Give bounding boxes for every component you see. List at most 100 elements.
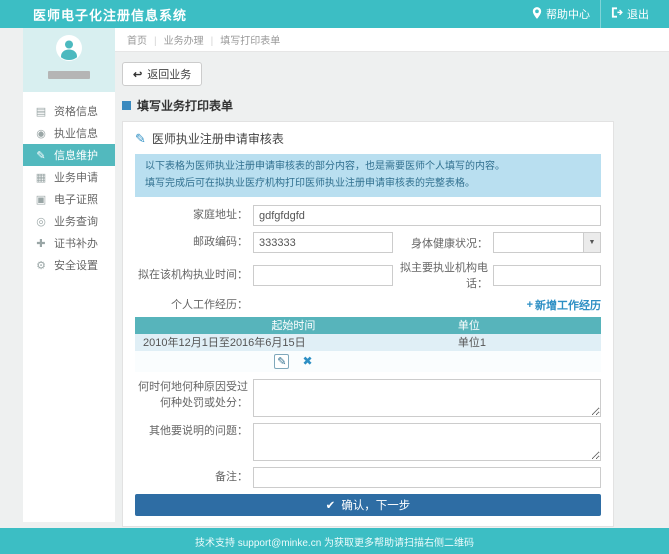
practice-time-label: 拟在该机构执业时间：	[135, 267, 253, 284]
home-address-label: 家庭地址：	[135, 207, 253, 224]
page-body: ▤ 资格信息 ◉ 执业信息 ✎ 信息维护 ▦ 业务申请 ▣ 电子证照 ◎ 业务查…	[0, 28, 669, 528]
experience-actions-spacer	[452, 351, 601, 372]
other-issues-label: 其他要说明的问题：	[135, 423, 253, 440]
add-experience-link[interactable]: + 新增工作经历	[527, 297, 601, 313]
query-icon: ◎	[35, 215, 47, 228]
add-experience-label: 新增工作经历	[535, 297, 601, 313]
sidebar-item-query[interactable]: ◎ 业务查询	[23, 210, 115, 232]
remark-input[interactable]	[253, 467, 601, 488]
punishment-textarea[interactable]	[253, 379, 601, 417]
sidebar-item-label: 信息维护	[54, 147, 98, 163]
check-icon: ✔	[326, 498, 336, 512]
punishment-row: 何时何地何种原因受过何种处罚或处分：	[135, 379, 601, 417]
sidebar-item-label: 电子证照	[54, 191, 98, 207]
experience-actions-row: ✎ ✖	[135, 351, 601, 372]
sidebar-item-security[interactable]: ⚙ 安全设置	[23, 254, 115, 276]
experience-unit-cell: 单位1	[452, 334, 601, 351]
other-issues-row: 其他要说明的问题：	[135, 423, 601, 461]
reissue-icon: ✚	[35, 237, 47, 250]
qualification-icon: ▤	[35, 105, 47, 118]
help-center-label: 帮助中心	[546, 6, 590, 22]
plus-icon: +	[527, 299, 533, 311]
form-pencil-icon: ✎	[135, 131, 146, 147]
sidebar: ▤ 资格信息 ◉ 执业信息 ✎ 信息维护 ▦ 业务申请 ▣ 电子证照 ◎ 业务查…	[23, 28, 115, 522]
column-header-unit: 单位	[452, 317, 601, 334]
postal-health-row: 邮政编码： 身体健康状况： ▼	[135, 232, 601, 253]
delete-experience-button[interactable]: ✖	[303, 354, 313, 368]
back-to-business-button[interactable]: ↩ 返回业务	[122, 62, 202, 86]
sidebar-item-label: 资格信息	[54, 103, 98, 119]
sidebar-item-elicense[interactable]: ▣ 电子证照	[23, 188, 115, 210]
sidebar-item-label: 业务查询	[54, 213, 98, 229]
sidebar-item-reissue[interactable]: ✚ 证书补办	[23, 232, 115, 254]
app-title: 医师电子化注册信息系统	[33, 5, 187, 24]
main-inner: ↩ 返回业务 填写业务打印表单 ✎ 医师执业注册申请审核表 以下表格为医师执业注…	[115, 52, 669, 527]
breadcrumb: 首页 业务办理 填写打印表单	[127, 32, 280, 47]
exit-icon	[611, 7, 623, 21]
work-experience-label: 个人工作经历：	[135, 297, 253, 314]
footer-text: 技术支持 support@minke.cn 为获取更多帮助请扫描右侧二维码	[195, 534, 474, 549]
sidebar-item-label: 证书补办	[54, 235, 98, 251]
table-row: 2010年12月1日至2016年6月15日 单位1	[135, 334, 601, 351]
return-icon: ↩	[133, 68, 142, 81]
breadcrumb-current: 填写打印表单	[204, 32, 281, 47]
punishment-label: 何时何地何种原因受过何种处罚或处分：	[135, 379, 253, 412]
main-content: 首页 业务办理 填写打印表单 ↩ 返回业务 填写业务打印表单 ✎ 医师执业注册申…	[115, 28, 669, 528]
sidebar-item-application[interactable]: ▦ 业务申请	[23, 166, 115, 188]
logout-link[interactable]: 退出	[600, 0, 659, 28]
column-header-period: 起始时间	[135, 317, 452, 334]
page-title: 填写业务打印表单	[122, 97, 669, 114]
header-actions: 帮助中心 退出	[522, 0, 659, 28]
back-button-label: 返回业务	[147, 66, 191, 82]
postal-code-input[interactable]	[253, 232, 393, 253]
confirm-next-label: 确认，下一步	[341, 497, 410, 513]
notice-box: 以下表格为医师执业注册申请审核表的部分内容，也是需要医师个人填写的内容。 填写完…	[135, 154, 601, 197]
sidebar-menu: ▤ 资格信息 ◉ 执业信息 ✎ 信息维护 ▦ 业务申请 ▣ 电子证照 ◎ 业务查…	[23, 92, 115, 276]
user-panel	[23, 28, 115, 92]
breadcrumb-home[interactable]: 首页	[127, 32, 147, 47]
sidebar-item-qualification[interactable]: ▤ 资格信息	[23, 100, 115, 122]
elicense-icon: ▣	[35, 193, 47, 206]
section-bullet-icon	[122, 101, 131, 110]
user-name-placeholder	[48, 71, 90, 79]
work-experience-row: 个人工作经历： + 新增工作经历	[135, 297, 601, 314]
help-center-link[interactable]: 帮助中心	[522, 0, 600, 28]
other-issues-textarea[interactable]	[253, 423, 601, 461]
breadcrumb-business[interactable]: 业务办理	[147, 32, 204, 47]
location-pin-icon	[532, 7, 542, 22]
experience-actions-cell: ✎ ✖	[135, 351, 452, 372]
sidebar-item-label: 业务申请	[54, 169, 98, 185]
application-icon: ▦	[35, 171, 47, 184]
sidebar-item-label: 安全设置	[54, 257, 98, 273]
experience-table: 起始时间 单位 2010年12月1日至2016年6月15日 单位1 ✎ ✖	[135, 317, 601, 372]
health-status-select[interactable]: ▼	[493, 232, 601, 253]
notice-line-2: 填写完成后可在拟执业医疗机构打印医师执业注册申请审核表的完整表格。	[145, 176, 591, 193]
notice-line-1: 以下表格为医师执业注册申请审核表的部分内容，也是需要医师个人填写的内容。	[145, 159, 591, 176]
remark-row: 备注：	[135, 467, 601, 488]
postal-code-label: 邮政编码：	[135, 234, 253, 251]
page-title-text: 填写业务打印表单	[137, 97, 233, 114]
form-panel: ✎ 医师执业注册申请审核表 以下表格为医师执业注册申请审核表的部分内容，也是需要…	[122, 121, 614, 527]
edit-experience-button[interactable]: ✎	[274, 354, 289, 369]
org-phone-label: 拟主要执业机构电话：	[393, 259, 493, 291]
org-phone-input[interactable]	[493, 265, 601, 286]
sidebar-item-label: 执业信息	[54, 125, 98, 141]
confirm-next-button[interactable]: ✔ 确认，下一步	[135, 494, 601, 516]
page-footer: 技术支持 support@minke.cn 为获取更多帮助请扫描右侧二维码	[0, 528, 669, 554]
form-title-text: 医师执业注册申请审核表	[152, 130, 284, 147]
time-phone-row: 拟在该机构执业时间： 拟主要执业机构电话：	[135, 259, 601, 291]
sidebar-item-practice[interactable]: ◉ 执业信息	[23, 122, 115, 144]
security-gear-icon: ⚙	[35, 259, 47, 272]
home-address-input[interactable]	[253, 205, 601, 226]
breadcrumb-bar: 首页 业务办理 填写打印表单	[115, 28, 669, 52]
practice-time-input[interactable]	[253, 265, 393, 286]
sidebar-item-maintenance[interactable]: ✎ 信息维护	[23, 144, 115, 166]
experience-table-header: 起始时间 单位	[135, 317, 601, 334]
experience-period-cell: 2010年12月1日至2016年6月15日	[135, 334, 452, 351]
remark-label: 备注：	[135, 469, 253, 486]
practice-icon: ◉	[35, 127, 47, 140]
home-address-row: 家庭地址：	[135, 205, 601, 226]
health-status-label: 身体健康状况：	[393, 235, 493, 251]
doctor-avatar	[56, 35, 82, 66]
dropdown-arrow-icon[interactable]: ▼	[583, 233, 600, 252]
